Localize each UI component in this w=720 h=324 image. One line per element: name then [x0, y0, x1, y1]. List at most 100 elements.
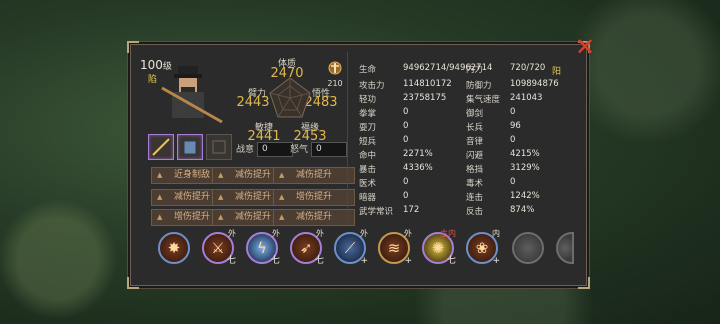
rank-emblem-icon — [328, 61, 342, 75]
panel-corner — [127, 277, 139, 289]
skill-slot[interactable]: ✺ 主内七 — [422, 229, 456, 266]
attr-label: 攻击力 — [359, 81, 385, 91]
skill-slot[interactable]: ϟ外七 — [246, 229, 280, 266]
skill-slot[interactable]: ≋ 外 + — [378, 229, 412, 266]
slash-skill-icon: ≋ — [387, 239, 401, 257]
attr-label: 拳掌 — [359, 109, 377, 119]
skill-type-badge: 外 — [316, 229, 324, 238]
equip-slot-armor[interactable] — [177, 134, 203, 160]
attr-label: 短兵 — [359, 137, 377, 147]
skill-level: + — [492, 256, 500, 266]
skill-level: 七 — [446, 256, 456, 266]
attr-short: 短兵 0 — [359, 135, 408, 147]
attr-label: 生命 — [359, 65, 377, 75]
panel-corner — [127, 41, 139, 53]
skill-slot[interactable]: ❀ 内 + — [466, 229, 500, 266]
attr-qi-speed: 集气速度 241043 — [466, 93, 542, 105]
attr-value: 0 — [510, 177, 516, 187]
yang-tag: 阳 — [552, 67, 562, 77]
skill-level: 七 — [226, 256, 236, 266]
attr-label: 轻功 — [359, 95, 377, 105]
skill-level: 七 — [270, 256, 280, 266]
attribute-pentagon — [269, 77, 311, 118]
attr-label: 音律 — [466, 137, 484, 147]
attr-label: 闪避 — [466, 151, 484, 161]
attr-value: 114810172 — [403, 79, 452, 89]
skill-slot[interactable]: ➶ 外七 — [290, 229, 324, 266]
attr-dodge: 闪避 4215% — [466, 149, 540, 161]
skill-slot[interactable]: ⚔ 外七 — [202, 229, 236, 266]
attr-defense: 防御力 109894876 — [466, 79, 559, 91]
faction-tag: 陷 — [148, 75, 158, 85]
skill-type-badge: 外 — [404, 229, 412, 238]
spear-skill-icon: ➶ — [299, 239, 313, 257]
attr-music: 音律 0 — [466, 135, 515, 147]
flame-fist-icon: ✸ — [167, 239, 181, 257]
attr-combo: 连击 1242% — [466, 191, 540, 203]
attr-hp: 生命 94962714/94962714 — [359, 63, 492, 75]
attr-parry: 格挡 3129% — [466, 163, 540, 175]
attr-label: 武学常识 — [359, 207, 394, 217]
battle-will-value: 0 — [257, 142, 294, 157]
buff-item[interactable]: 减伤提升 — [273, 209, 355, 226]
attr-counter: 反击 874% — [466, 205, 534, 217]
rage-value: 0 — [311, 142, 348, 157]
attr-sword2: 御剑 0 — [466, 107, 515, 119]
close-icon[interactable]: ✕ — [574, 35, 596, 59]
equip-slot-accessory[interactable] — [206, 134, 232, 160]
armor-icon — [183, 140, 197, 155]
accessory-icon — [212, 140, 226, 154]
attr-label: 毒术 — [466, 179, 484, 189]
equip-slot-weapon[interactable] — [148, 134, 174, 160]
attr-martial-knowledge: 武学常识 172 — [359, 205, 419, 217]
attr-label: 内力 — [466, 65, 484, 75]
attr-value: 2271% — [403, 149, 433, 159]
attr-value: 0 — [403, 191, 409, 201]
attr-label: 集气速度 — [466, 95, 501, 105]
skill-slot[interactable]: ⟋ 外 + — [334, 229, 368, 266]
attr-value: 0 — [510, 135, 516, 145]
attr-value: 720/720 — [510, 63, 546, 73]
attr-label: 反击 — [466, 207, 484, 217]
attr-label: 耍刀 — [359, 123, 377, 133]
skill-type-badge: 外 — [272, 229, 280, 238]
attr-value: 0 — [510, 107, 516, 117]
lightning-skill-icon: ϟ — [257, 239, 267, 257]
attr-value: 0 — [403, 177, 409, 187]
buff-item[interactable]: 减伤提升 — [273, 167, 355, 184]
skill-slot[interactable]: ✸ — [158, 232, 190, 264]
attr-value: 241043 — [510, 93, 543, 103]
attr-label: 暗器 — [359, 193, 377, 203]
attr-label: 防御力 — [466, 81, 492, 91]
buff-item[interactable]: 增伤提升 — [273, 189, 355, 206]
attr-hidden-weapon: 暗器 0 — [359, 191, 408, 203]
attr-lightness: 轻功 23758175 — [359, 93, 446, 105]
attr-medicine: 医术 0 — [359, 177, 408, 189]
attr-hit: 命中 2271% — [359, 149, 433, 161]
skill-type-badge: 内 — [492, 229, 500, 238]
skill-slot-empty[interactable] — [512, 232, 544, 264]
attr-label: 连击 — [466, 193, 484, 203]
attr-value: 0 — [403, 107, 409, 117]
panel-divider — [347, 52, 348, 222]
battle-will: 战意 0 — [236, 142, 294, 157]
attr-poison: 毒术 0 — [466, 177, 515, 189]
character-portrait — [161, 66, 223, 128]
staff-skill-icon: ⟋ — [344, 239, 356, 257]
attr-value: 109894876 — [510, 79, 559, 89]
attr-label: 命中 — [359, 151, 377, 161]
skill-level: + — [404, 256, 412, 266]
attr-fist: 拳掌 0 — [359, 107, 408, 119]
attr-label: 御剑 — [466, 109, 484, 119]
aura-skill-icon: ✺ — [431, 239, 445, 257]
attr-attack: 攻击力 114810172 — [359, 79, 452, 91]
battle-will-label: 战意 — [236, 145, 255, 155]
attr-value: 0 — [403, 121, 409, 131]
attr-long: 长兵 96 — [466, 121, 521, 133]
rage: 怒气 0 — [290, 142, 348, 157]
attr-label: 长兵 — [466, 123, 484, 133]
skill-level: 七 — [314, 256, 324, 266]
staff-icon — [152, 138, 170, 156]
rank-value: 210 — [327, 79, 343, 88]
attr-crit: 暴击 4336% — [359, 163, 433, 175]
